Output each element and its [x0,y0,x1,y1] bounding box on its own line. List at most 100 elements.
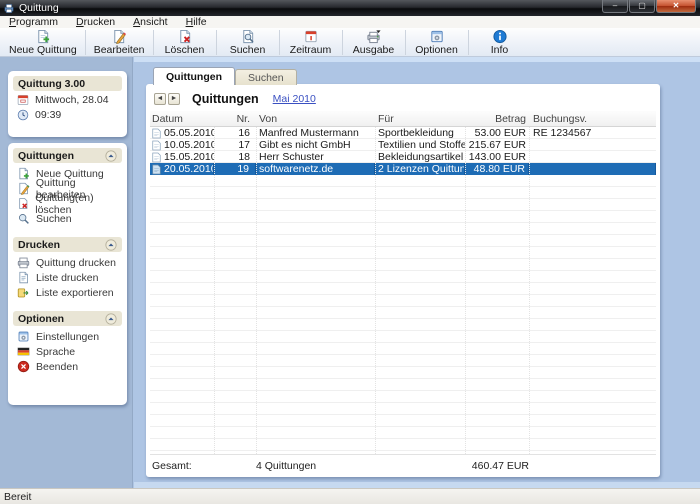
receipt-doc-icon [152,164,161,175]
menu-hilfe[interactable]: Hilfe [177,16,216,28]
table-footer: Gesamt: 4 Quittungen 460.47 EUR [150,458,656,473]
sidebar-item-sprache[interactable]: Sprache [17,344,127,359]
quit-icon [17,360,30,373]
printer-icon [17,256,30,269]
version-header: Quittung 3.00 [13,76,122,91]
search-button[interactable]: Suchen [218,29,278,56]
info-button[interactable]: Info [470,29,530,56]
section-header-quittungen[interactable]: Quittungen [13,148,122,163]
decorative-strip [134,57,700,62]
collapse-icon[interactable] [105,239,117,251]
german-flag-icon [17,345,30,358]
maximize-button[interactable]: ▢ [629,0,655,13]
table-body: 05.05.2010 16 Manfred Mustermann Sportbe… [150,127,656,455]
close-button[interactable]: ✕ [656,0,696,13]
collapse-icon[interactable] [105,150,117,162]
collapse-icon[interactable] [105,313,117,325]
edit-icon [111,29,127,44]
calendar-icon [17,94,29,106]
toolbar-separator [279,30,280,55]
search-icon [17,212,30,225]
tab-suchen[interactable]: Suchen [235,69,297,85]
column-gridline [529,127,530,454]
tab-quittungen[interactable]: Quittungen [153,67,235,85]
sidebar-info-panel: Quittung 3.00 Mittwoch, 28.04 09:39 [8,71,127,137]
previous-month-button[interactable]: ◄ [154,93,166,105]
menu-bar: Programm Drucken Ansicht Hilfe [0,16,700,28]
new-receipt-icon [17,167,30,180]
receipt-doc-icon [152,152,161,163]
clock-icon [17,109,29,121]
table-row[interactable]: 05.05.2010 16 Manfred Mustermann Sportbe… [150,127,656,139]
minimize-button[interactable]: – [602,0,628,13]
column-header-buchungsv[interactable]: Buchungsv. [529,113,656,125]
window-title: Quittung [19,2,59,14]
sidebar-item-quittung-drucken[interactable]: Quittung drucken [17,255,127,270]
tab-bar: Quittungen Suchen [153,67,297,85]
column-header-von[interactable]: Von [256,113,375,125]
column-header-fuer[interactable]: Für [375,113,465,125]
sidebar-item-liste-exportieren[interactable]: Liste exportieren [17,285,127,300]
export-icon [17,286,30,299]
page-title: Quittungen [192,92,259,106]
toolbar: Neue Quittung Bearbeiten Löschen Suchen … [0,28,700,57]
delete-button[interactable]: Löschen [155,29,215,56]
options-icon [429,29,445,44]
table-row[interactable]: 15.05.2010 18 Herr Schuster Bekleidungsa… [150,151,656,163]
edit-button[interactable]: Bearbeiten [87,29,152,56]
app-icon [3,3,15,14]
new-receipt-button[interactable]: Neue Quittung [2,29,84,56]
toolbar-separator [468,30,469,55]
calendar-icon [303,29,319,44]
search-icon [240,29,256,44]
menu-drucken[interactable]: Drucken [67,16,124,28]
period-link[interactable]: Mai 2010 [273,93,316,105]
sidebar-item-einstellungen[interactable]: Einstellungen [17,329,127,344]
menu-ansicht[interactable]: Ansicht [124,16,176,28]
period-button[interactable]: Zeitraum [281,29,341,56]
panel-header: ◄ ► Quittungen Mai 2010 [154,91,316,107]
menu-programm[interactable]: Programm [0,16,67,28]
printer-dropdown-icon [366,29,382,44]
column-gridline [465,127,466,454]
receipt-doc-icon [152,140,161,151]
receipt-count: 4 Quittungen [256,460,465,472]
toolbar-separator [405,30,406,55]
toolbar-separator [216,30,217,55]
toolbar-separator [153,30,154,55]
app-window: Quittung – ▢ ✕ Programm Drucken Ansicht … [0,0,700,504]
title-bar: Quittung – ▢ ✕ [0,0,700,16]
settings-icon [17,330,30,343]
options-button[interactable]: Optionen [407,29,467,56]
column-header-betrag[interactable]: Betrag [465,113,529,125]
main-panel: ◄ ► Quittungen Mai 2010 Datum Nr. Von Fü… [146,84,660,477]
toolbar-separator [85,30,86,55]
document-icon [17,271,30,284]
column-header-nr[interactable]: Nr. [214,113,256,125]
column-header-datum[interactable]: Datum [150,113,214,125]
sidebar-item-liste-drucken[interactable]: Liste drucken [17,270,127,285]
delete-icon [17,197,29,210]
section-header-optionen[interactable]: Optionen [13,311,122,326]
sidebar-item-beenden[interactable]: Beenden [17,359,127,374]
column-gridline [375,127,376,454]
column-gridline [256,127,257,454]
status-text: Bereit [4,491,31,503]
total-amount: 460.47 EUR [465,460,529,472]
column-gridline [214,127,215,454]
table-header: Datum Nr. Von Für Betrag Buchungsv. [150,111,656,127]
sidebar-item-quittung-loeschen[interactable]: Quittung(en) löschen [17,196,127,211]
output-button[interactable]: Ausgabe [344,29,404,56]
toolbar-separator [342,30,343,55]
table-row-selected[interactable]: 20.05.2010 19 softwarenetz.de 2 Lizenzen… [150,163,656,175]
delete-icon [177,29,193,44]
time-row: 09:39 [17,109,127,121]
next-month-button[interactable]: ► [168,93,180,105]
client-area: Quittung 3.00 Mittwoch, 28.04 09:39 Quit… [0,57,700,488]
section-header-drucken[interactable]: Drucken [13,237,122,252]
status-bar: Bereit [0,488,700,504]
table-row[interactable]: 10.05.2010 17 Gibt es nicht GmbH Textili… [150,139,656,151]
sidebar-nav-panel: Quittungen Neue Quittung Quittung bearbe… [8,143,127,405]
info-icon [492,29,508,44]
total-label: Gesamt: [150,460,256,472]
